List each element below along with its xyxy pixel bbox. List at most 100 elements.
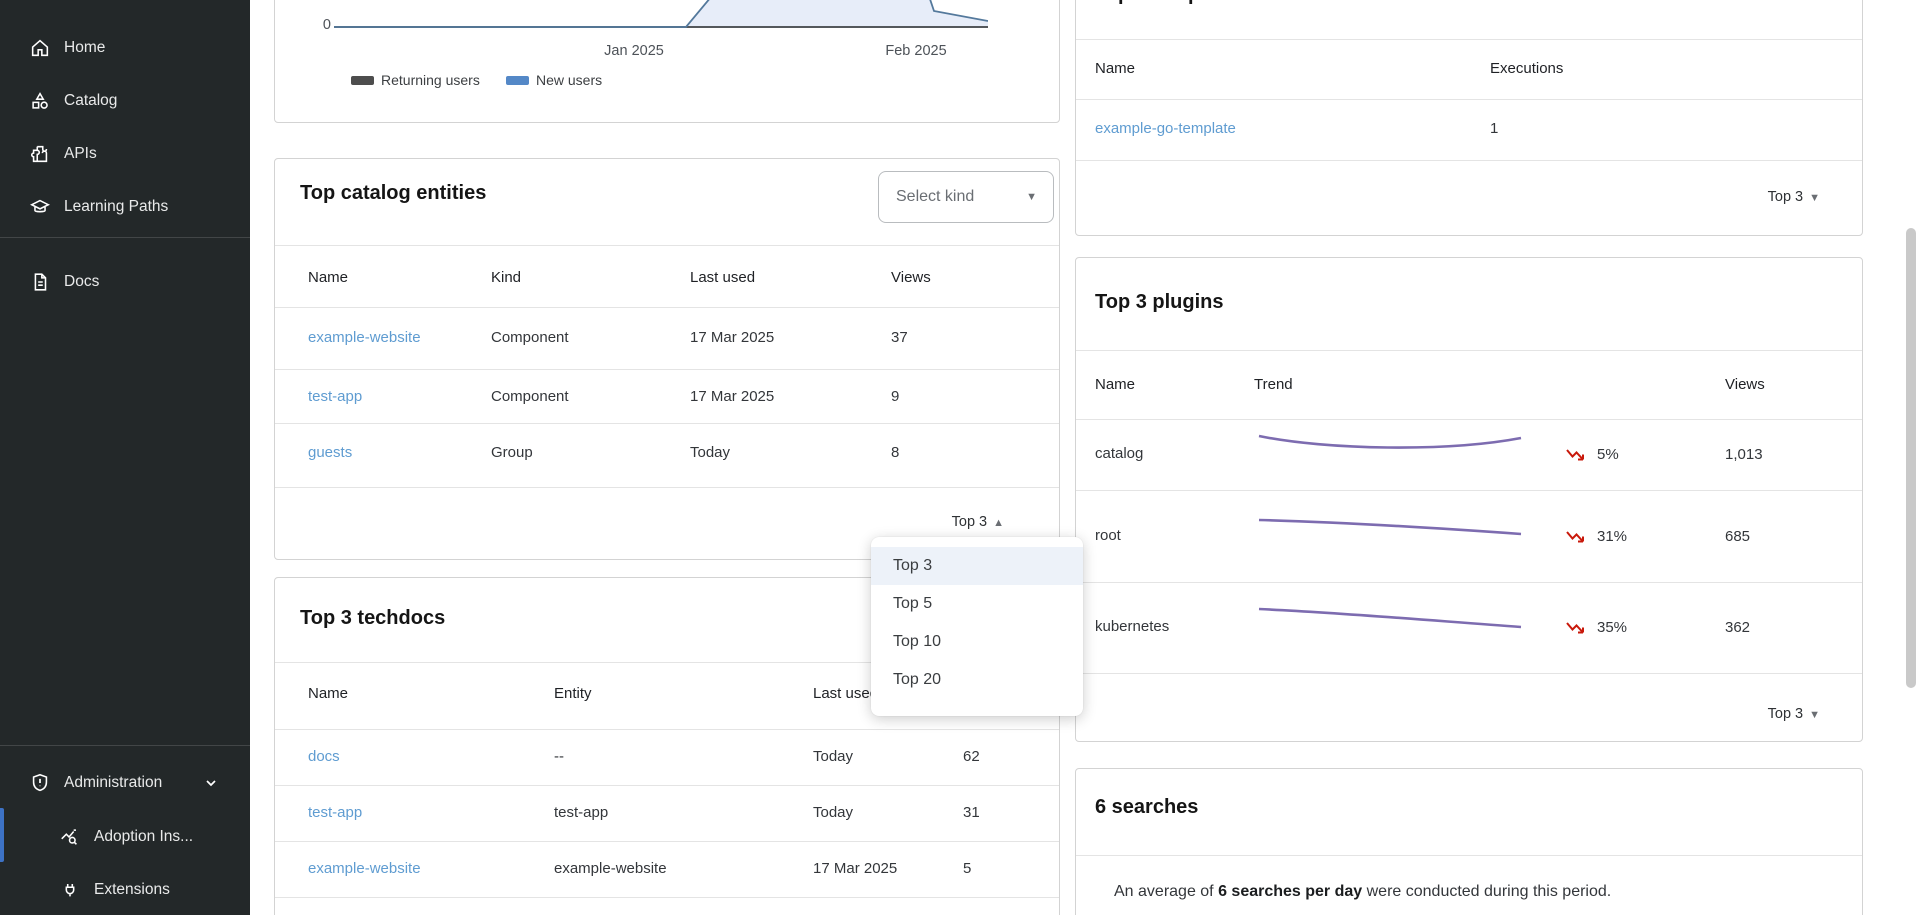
column-header: Name	[308, 685, 348, 702]
views-cell: 31	[963, 804, 980, 821]
menu-item-top-3[interactable]: Top 3	[871, 547, 1083, 585]
legend-label: New users	[536, 72, 602, 88]
kind-cell: Group	[491, 444, 533, 461]
divider	[1076, 673, 1862, 674]
divider	[1076, 39, 1862, 40]
shield-icon	[29, 772, 51, 794]
top-n-label: Top 3	[1768, 706, 1803, 722]
top-n-label: Top 3	[1768, 189, 1803, 205]
menu-item-top-20[interactable]: Top 20	[871, 661, 1083, 699]
views-cell: 37	[891, 329, 908, 346]
top-templates-card: Top 3 templates Name Executions example-…	[1075, 0, 1863, 236]
sidebar-item-label: APIs	[64, 145, 97, 163]
summary-suffix: were conducted during this period.	[1362, 883, 1611, 900]
column-header: Views	[1725, 376, 1765, 393]
column-header: Name	[1095, 376, 1135, 393]
trend-sparkline	[1257, 508, 1523, 554]
sidebar-item-label: Home	[64, 39, 105, 57]
last-used-cell: Today	[813, 804, 853, 821]
sidebar-item-extensions[interactable]: Extensions	[0, 868, 250, 912]
active-users-chart-card: 0 Jan 2025 Feb 2025 Mar 2025 Returning u…	[274, 0, 1060, 123]
views-cell: 362	[1725, 619, 1750, 636]
template-link[interactable]: example-go-template	[1095, 120, 1236, 137]
caret-down-icon: ▼	[1809, 709, 1820, 721]
sidebar-item-label: Administration	[64, 774, 162, 792]
sidebar-item-label: Docs	[64, 273, 99, 291]
sidebar-divider	[0, 237, 250, 238]
sidebar-item-adoption-insights[interactable]: Adoption Ins...	[0, 815, 250, 859]
trend-down-icon	[1566, 447, 1586, 464]
select-kind-dropdown[interactable]: Select kind ▼	[878, 171, 1054, 223]
home-icon	[29, 37, 51, 59]
x-axis-label: Jan 2025	[589, 43, 679, 59]
views-cell: 1,013	[1725, 446, 1763, 463]
divider	[275, 307, 1059, 308]
top-n-label: Top 3	[952, 514, 987, 530]
sidebar: Home Catalog APIs Learning Paths D	[0, 0, 250, 915]
card-title: 6 searches	[1095, 795, 1198, 819]
legend-item-new-users[interactable]: New users	[506, 72, 602, 88]
column-header: Last used	[690, 269, 755, 286]
divider	[275, 487, 1059, 488]
searches-card: 6 searches An average of 6 searches per …	[1075, 768, 1863, 915]
entity-link[interactable]: test-app	[308, 388, 362, 405]
techdoc-link[interactable]: example-website	[308, 860, 421, 877]
divider	[275, 841, 1059, 842]
graduation-cap-icon	[29, 196, 51, 218]
trend-percent: 5%	[1597, 446, 1619, 463]
menu-item-top-5[interactable]: Top 5	[871, 585, 1083, 623]
plug-icon	[59, 879, 81, 901]
divider	[275, 897, 1059, 898]
y-axis-tick: 0	[295, 17, 331, 33]
sidebar-item-administration[interactable]: Administration	[0, 761, 250, 805]
entity-cell: --	[554, 748, 564, 765]
adoption-insights-page: Home Catalog APIs Learning Paths D	[0, 0, 1917, 915]
vertical-scrollbar[interactable]	[1906, 228, 1916, 688]
users-area-chart	[334, 0, 988, 31]
trend-down-icon	[1566, 620, 1586, 637]
sidebar-item-docs[interactable]: Docs	[0, 260, 250, 304]
last-used-cell: Today	[690, 444, 730, 461]
sidebar-item-home[interactable]: Home	[0, 26, 250, 70]
trend-percent: 31%	[1597, 528, 1627, 545]
sidebar-item-label: Extensions	[94, 881, 170, 899]
legend-item-returning-users[interactable]: Returning users	[351, 72, 480, 88]
column-header: Kind	[491, 269, 521, 286]
sidebar-item-catalog[interactable]: Catalog	[0, 79, 250, 123]
kind-cell: Component	[491, 388, 569, 405]
views-cell: 5	[963, 860, 971, 877]
divider	[1076, 582, 1862, 583]
trend-search-icon	[59, 826, 81, 848]
menu-item-top-10[interactable]: Top 10	[871, 623, 1083, 661]
plugin-name-cell: catalog	[1095, 445, 1143, 462]
plugin-name-cell: root	[1095, 527, 1121, 544]
sidebar-item-learning-paths[interactable]: Learning Paths	[0, 185, 250, 229]
card-title: Top 3 techdocs	[300, 606, 445, 630]
divider	[1076, 855, 1862, 856]
views-cell: 8	[891, 444, 899, 461]
techdoc-link[interactable]: docs	[308, 748, 340, 765]
views-cell: 9	[891, 388, 899, 405]
entity-link[interactable]: guests	[308, 444, 352, 461]
trend-percent: 35%	[1597, 619, 1627, 636]
column-header: Entity	[554, 685, 592, 702]
column-header: Name	[1095, 60, 1135, 77]
card-title: Top 3 templates	[1095, 0, 1246, 4]
views-cell: 685	[1725, 528, 1750, 545]
divider	[275, 423, 1059, 424]
top-n-selector[interactable]: Top 3▲	[952, 514, 1004, 530]
techdoc-link[interactable]: test-app	[308, 804, 362, 821]
divider	[275, 785, 1059, 786]
sidebar-item-apis[interactable]: APIs	[0, 132, 250, 176]
column-header: Last used	[813, 685, 878, 702]
card-title: Top 3 plugins	[1095, 290, 1224, 314]
plugin-name-cell: kubernetes	[1095, 618, 1169, 635]
searches-summary: An average of 6 searches per day were co…	[1114, 883, 1611, 901]
entity-link[interactable]: example-website	[308, 329, 421, 346]
top-n-selector[interactable]: Top 3 ▼	[1768, 706, 1820, 722]
top-catalog-entities-card: Top catalog entities Select kind ▼ Name …	[274, 158, 1060, 560]
top-n-selector[interactable]: Top 3▼	[1768, 189, 1820, 205]
divider	[1076, 160, 1862, 161]
last-used-cell: 17 Mar 2025	[690, 329, 774, 346]
last-used-cell: 17 Mar 2025	[690, 388, 774, 405]
